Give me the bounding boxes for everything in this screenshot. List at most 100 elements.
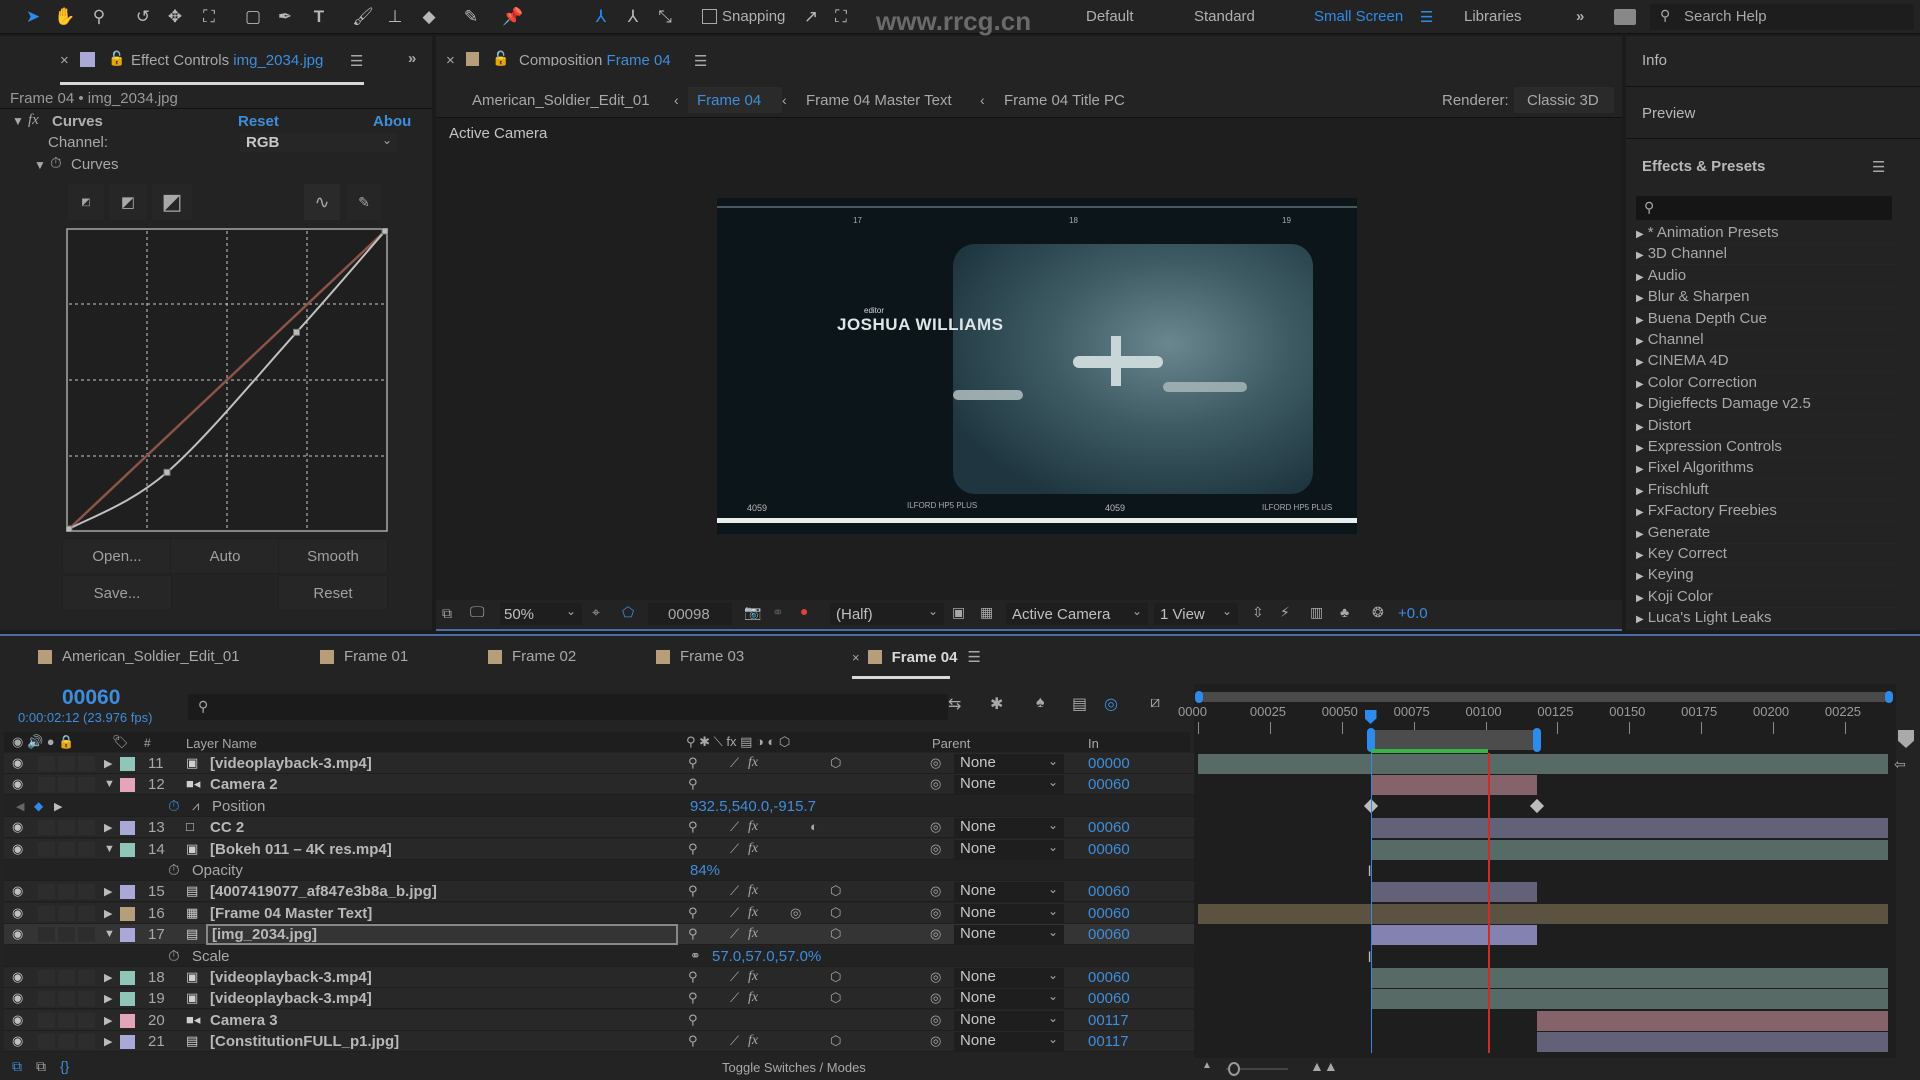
layer-search-input[interactable]: ⚲ <box>188 694 948 720</box>
comp-button-icon[interactable]: ⇦ <box>1894 756 1906 773</box>
lock-switch[interactable] <box>78 970 95 985</box>
time-zoom-slider-handle[interactable] <box>1228 1062 1240 1076</box>
expand-triangle-icon[interactable]: ▶ <box>104 971 112 984</box>
label-color-chip[interactable] <box>120 1035 135 1050</box>
3d-layer-switch-icon[interactable]: ⬡ <box>830 1033 841 1049</box>
layer-name[interactable]: [videoplayback-3.mp4] <box>210 990 372 1007</box>
curve-size-small-icon[interactable]: ◩ <box>68 184 104 220</box>
parent-pickwhip-icon[interactable]: ◎ <box>930 755 941 771</box>
current-time-indicator[interactable] <box>1370 753 1372 1053</box>
visibility-eye-icon[interactable]: ◉ <box>12 990 23 1006</box>
parent-dropdown[interactable]: None ⌄ <box>954 903 1064 923</box>
audio-switch[interactable] <box>38 756 55 771</box>
preview-panel-header[interactable]: Preview <box>1642 105 1695 122</box>
timeline-tab[interactable]: Frame 03 <box>656 648 744 665</box>
parent-dropdown[interactable]: None ⌄ <box>954 1032 1064 1052</box>
quality-switch-icon[interactable]: ⟋ <box>730 990 739 1006</box>
effects-category-item[interactable]: ▶ CINEMA 4D <box>1636 352 1896 373</box>
in-point-value[interactable]: 00060 <box>1088 819 1130 836</box>
audio-switch[interactable] <box>38 820 55 836</box>
in-point-value[interactable]: 00060 <box>1088 883 1130 900</box>
fx-icon[interactable]: fx <box>28 112 39 129</box>
in-point-value[interactable]: 00117 <box>1088 1033 1129 1050</box>
layer-row[interactable]: ◉ ▼ 12 ■◂ Camera 2 ⚲ ◎ None ⌄ 00060 <box>4 774 1194 796</box>
timeline-tab[interactable]: Frame 02 <box>488 648 576 665</box>
shy-switch-icon[interactable]: ⚲ <box>688 1033 698 1049</box>
parent-pickwhip-icon[interactable]: ◎ <box>930 1012 941 1028</box>
solo-switch[interactable] <box>58 841 75 857</box>
effects-category-item[interactable]: ▶ Channel <box>1636 331 1896 351</box>
zoom-in-icon[interactable]: ▲▲ <box>1310 1058 1338 1074</box>
expand-triangle-icon[interactable]: ▼ <box>104 928 115 940</box>
quality-switch-icon[interactable]: ⟋ <box>730 969 739 985</box>
brush-tool-icon[interactable]: 🖌 <box>350 5 376 29</box>
transfer-controls-toggle-icon[interactable]: ⧉ <box>36 1058 46 1075</box>
effects-category-item[interactable]: ▶ Distort <box>1636 417 1896 437</box>
visibility-eye-icon[interactable]: ◉ <box>12 841 23 857</box>
expand-triangle-icon[interactable]: ▶ <box>104 757 112 770</box>
shy-switch-icon[interactable]: ⚲ <box>688 905 698 921</box>
effects-category-item[interactable]: ▶ Koji Color <box>1636 588 1896 608</box>
quality-switch-icon[interactable]: ⟋ <box>730 819 739 835</box>
layer-duration-bar[interactable] <box>1370 775 1538 796</box>
close-tab-icon[interactable]: × <box>60 52 69 69</box>
workspace-small-screen[interactable]: Small Screen <box>1314 8 1403 25</box>
label-color-chip[interactable] <box>120 1013 135 1028</box>
audio-switch[interactable] <box>38 970 55 985</box>
sync-settings-icon[interactable] <box>1614 9 1636 25</box>
zoom-out-icon[interactable]: ▲ <box>1202 1060 1212 1071</box>
parent-dropdown[interactable]: None ⌄ <box>954 775 1064 795</box>
layer-name[interactable]: [Bokeh 011 – 4K res.mp4] <box>210 841 392 858</box>
navigator-end-handle[interactable] <box>1885 691 1893 703</box>
layer-duration-bar[interactable] <box>1370 968 1888 988</box>
solo-switch[interactable] <box>58 1012 75 1028</box>
monitor-icon[interactable]: 🖵 <box>470 604 484 621</box>
pen-tool-icon[interactable]: ✒ <box>272 5 298 29</box>
solo-switch[interactable] <box>58 1034 75 1050</box>
layer-duration-bar[interactable] <box>1198 754 1888 774</box>
curves-save-button[interactable]: Save... <box>62 575 172 611</box>
shy-switch-icon[interactable]: ⚲ <box>688 990 698 1006</box>
stopwatch-icon[interactable]: ⏱ <box>168 862 180 879</box>
curve-size-large-icon[interactable]: ◩ <box>152 184 192 220</box>
solo-switch[interactable] <box>58 927 75 943</box>
snap-features-icon[interactable]: ⛶ <box>828 5 854 29</box>
in-point-value[interactable]: 00060 <box>1088 926 1130 943</box>
column-layer-name[interactable]: Layer Name <box>186 736 257 751</box>
puppet-pin-tool-icon[interactable]: 📌 <box>500 5 526 29</box>
label-color-chip[interactable] <box>120 778 135 793</box>
audio-switch[interactable] <box>38 1034 55 1050</box>
label-color-chip[interactable] <box>120 757 135 771</box>
motion-blur-switch-icon[interactable]: ◎ <box>790 905 801 921</box>
layer-duration-bar[interactable] <box>1370 839 1888 860</box>
toggle-transparency-icon[interactable]: ▦ <box>980 604 993 621</box>
column-in[interactable]: In <box>1088 736 1099 751</box>
parent-dropdown[interactable]: None ⌄ <box>954 818 1064 838</box>
in-point-value[interactable]: 00060 <box>1088 841 1130 858</box>
property-value[interactable]: 57.0,57.0,57.0% <box>712 948 821 965</box>
effects-switch-icon[interactable]: fx <box>748 755 758 771</box>
quality-switch-icon[interactable]: ⟋ <box>730 1033 739 1049</box>
curve-control-point[interactable] <box>66 525 73 532</box>
shy-switch-icon[interactable]: ⚲ <box>688 755 698 771</box>
effects-switch-icon[interactable]: fx <box>748 841 758 857</box>
shy-switch-icon[interactable]: ⚲ <box>688 926 698 942</box>
expand-triangle-icon[interactable]: ▶ <box>104 1035 112 1048</box>
pixel-aspect-icon[interactable]: ⇳ <box>1252 604 1264 621</box>
frame-blending-icon[interactable]: ▤ <box>1072 694 1087 714</box>
effects-switch-icon[interactable]: fx <box>748 1033 758 1049</box>
layer-row[interactable]: ◉ ▶ 19 ▣ [videoplayback-3.mp4] ⚲ ⟋ fx ⬡ ◎ None ⌄ 000… <box>4 988 1194 1010</box>
layer-row[interactable]: ◉ ▶ 16 ▦ [Frame 04 Master Text] ⚲ ⟋ fx ◎ ⬡ ◎ None ⌄ 0… <box>4 902 1194 924</box>
expand-triangle-icon[interactable]: ▶ <box>104 1014 112 1027</box>
reset-exposure-icon[interactable]: ❂ <box>1372 604 1384 621</box>
3d-layer-switch-icon[interactable]: ⬡ <box>830 905 841 921</box>
label-color-chip[interactable] <box>120 971 135 985</box>
layer-row[interactable]: ◉ ▶ 20 ■◂ Camera 3 ⚲ ◎ None ⌄ 00117 <box>4 1009 1194 1031</box>
hide-shy-layers-icon[interactable]: ♠ <box>1036 694 1045 712</box>
snapping-checkbox[interactable] <box>702 9 717 24</box>
curve-control-point[interactable] <box>381 228 388 235</box>
parent-pickwhip-icon[interactable]: ◎ <box>930 883 941 899</box>
toggle-switches-modes-button[interactable]: Toggle Switches / Modes <box>722 1060 866 1075</box>
timeline-icon[interactable]: ▥ <box>1310 604 1323 621</box>
visibility-eye-icon[interactable]: ◉ <box>12 1012 23 1028</box>
